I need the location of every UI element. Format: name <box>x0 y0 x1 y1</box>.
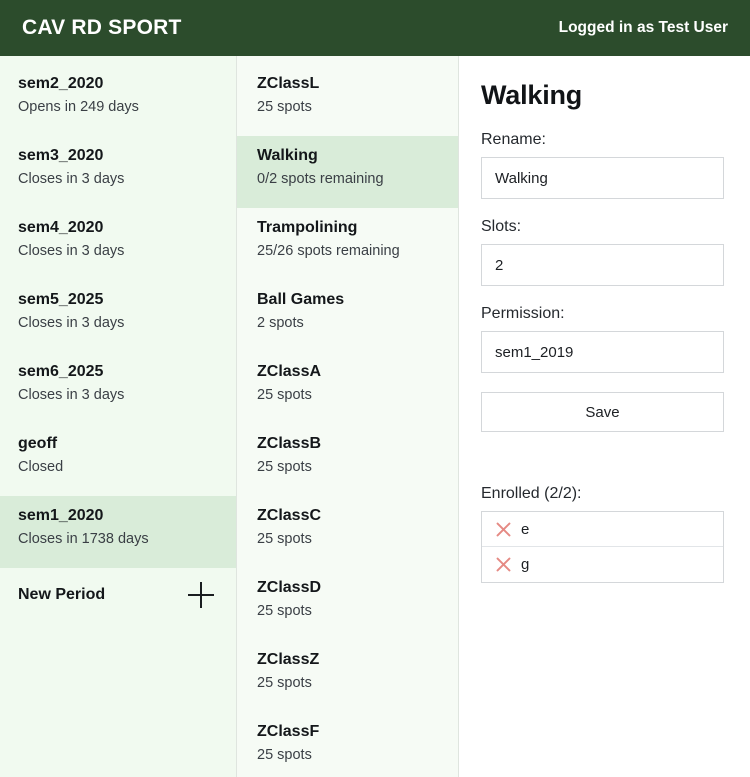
period-status: Closes in 3 days <box>18 242 125 259</box>
class-spots: 25 spots <box>257 98 312 115</box>
classes-list: ZClassL 25 spots Walking 0/2 spots remainin… <box>237 64 458 777</box>
period-name: sem3_2020 <box>18 147 104 164</box>
class-spots: 25/26 spots remaining <box>257 242 400 259</box>
period-row[interactable]: sem3_2020 Closes in 3 days <box>0 136 236 208</box>
class-name: ZClassL <box>257 75 320 92</box>
periods-list: sem2_2020 Opens in 249 days sem3_2020 Close… <box>0 64 236 568</box>
class-spots: 25 spots <box>257 602 312 619</box>
user-status-label: Logged in as Test User <box>558 19 728 36</box>
class-row[interactable]: ZClassL 25 spots <box>237 64 458 136</box>
class-name: ZClassF <box>257 723 320 740</box>
period-name: sem5_2025 <box>18 291 104 308</box>
class-name: Ball Games <box>257 291 345 308</box>
app-root: CAV RD SPORT Logged in as Test User sem2… <box>0 0 750 777</box>
class-spots: 2 spots <box>257 314 304 331</box>
slots-label: Slots: <box>481 218 522 235</box>
enrolled-item: g <box>482 547 723 582</box>
class-row[interactable]: ZClassZ 25 spots <box>237 640 458 712</box>
class-spots: 0/2 spots remaining <box>257 170 384 187</box>
class-name: ZClassB <box>257 435 322 452</box>
slots-input[interactable] <box>481 244 724 286</box>
period-row[interactable]: geoff Closed <box>0 424 236 496</box>
brand-title: CAV RD SPORT <box>22 16 182 39</box>
classes-panel: ZClassL 25 spots Walking 0/2 spots remainin… <box>237 56 459 777</box>
class-name: ZClassC <box>257 507 322 524</box>
enrolled-list: eg <box>481 511 724 583</box>
enrolled-item: e <box>482 512 723 547</box>
class-name: Walking <box>257 147 318 164</box>
new-period-button[interactable]: New Period <box>0 568 236 622</box>
period-name: sem6_2025 <box>18 363 104 380</box>
period-status: Closes in 1738 days <box>18 530 149 547</box>
period-name: sem4_2020 <box>18 219 104 236</box>
period-status: Closed <box>18 458 64 475</box>
period-status: Closes in 3 days <box>18 314 125 331</box>
class-detail-panel: Walking Rename: Slots: Permission: Save … <box>459 56 750 777</box>
save-button[interactable]: Save <box>481 392 724 432</box>
plus-icon[interactable] <box>188 582 214 608</box>
class-row[interactable]: ZClassF 25 spots <box>237 712 458 777</box>
class-spots: 25 spots <box>257 674 312 691</box>
detail-title: Walking <box>481 80 583 110</box>
class-spots: 25 spots <box>257 458 312 475</box>
period-name: sem2_2020 <box>18 75 104 92</box>
enrolled-label: Enrolled (2/2): <box>481 485 582 502</box>
class-row[interactable]: ZClassC 25 spots <box>237 496 458 568</box>
class-row[interactable]: Walking 0/2 spots remaining <box>237 136 458 208</box>
class-spots: 25 spots <box>257 386 312 403</box>
enrolled-name: e <box>521 520 530 538</box>
rename-input[interactable] <box>481 157 724 199</box>
class-name: ZClassZ <box>257 651 320 668</box>
period-status: Closes in 3 days <box>18 386 125 403</box>
period-name: sem1_2020 <box>18 507 104 524</box>
period-name: geoff <box>18 435 58 452</box>
class-row[interactable]: ZClassB 25 spots <box>237 424 458 496</box>
period-status: Closes in 3 days <box>18 170 125 187</box>
period-row[interactable]: sem4_2020 Closes in 3 days <box>0 208 236 280</box>
period-row[interactable]: sem5_2025 Closes in 3 days <box>0 280 236 352</box>
class-name: ZClassA <box>257 363 322 380</box>
class-row[interactable]: ZClassA 25 spots <box>237 352 458 424</box>
rename-label: Rename: <box>481 131 546 148</box>
enrolled-name: g <box>521 556 530 573</box>
period-row[interactable]: sem2_2020 Opens in 249 days <box>0 64 236 136</box>
period-status: Opens in 249 days <box>18 98 139 115</box>
app-header: CAV RD SPORT Logged in as Test User <box>0 0 750 56</box>
period-row[interactable]: sem6_2025 Closes in 3 days <box>0 352 236 424</box>
class-row[interactable]: Ball Games 2 spots <box>237 280 458 352</box>
class-name: Trampolining <box>257 219 358 236</box>
class-row[interactable]: ZClassD 25 spots <box>237 568 458 640</box>
remove-x-icon[interactable] <box>495 556 512 573</box>
periods-panel: sem2_2020 Opens in 249 days sem3_2020 Close… <box>0 56 237 777</box>
period-row[interactable]: sem1_2020 Closes in 1738 days <box>0 496 236 568</box>
class-spots: 25 spots <box>257 746 312 763</box>
main-columns: sem2_2020 Opens in 249 days sem3_2020 Close… <box>0 56 750 777</box>
class-name: ZClassD <box>257 579 322 596</box>
permission-label: Permission: <box>481 305 565 322</box>
class-row[interactable]: Trampolining 25/26 spots remaining <box>237 208 458 280</box>
permission-input[interactable] <box>481 331 724 373</box>
remove-x-icon[interactable] <box>495 521 512 538</box>
new-period-label: New Period <box>18 586 106 603</box>
class-spots: 25 spots <box>257 530 312 547</box>
